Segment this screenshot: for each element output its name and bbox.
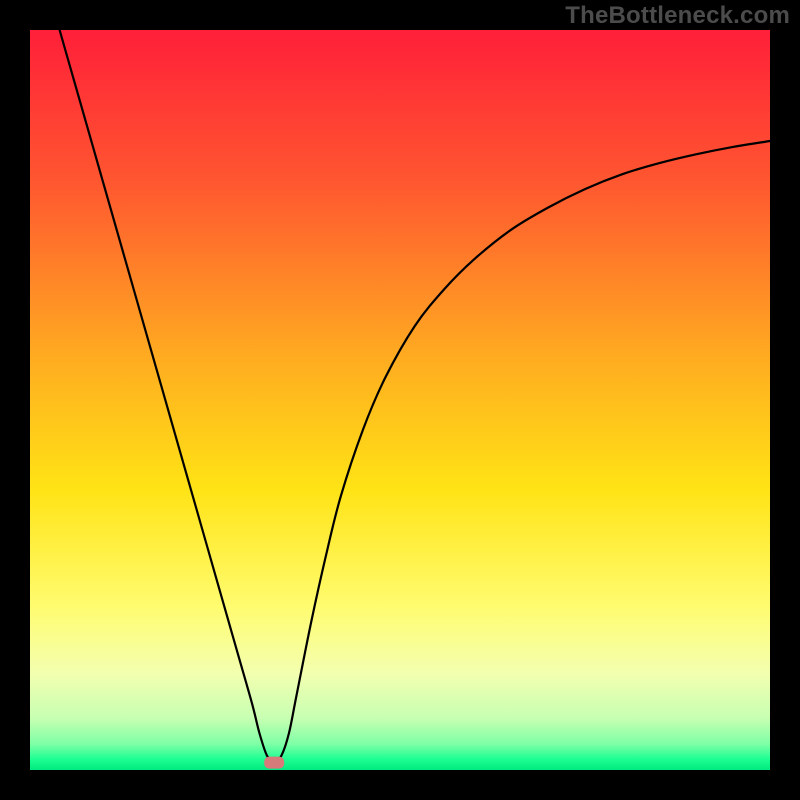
chart-frame: TheBottleneck.com (0, 0, 800, 800)
minimum-marker (264, 757, 284, 769)
plot-svg (30, 30, 770, 770)
plot-area (30, 30, 770, 770)
gradient-background (30, 30, 770, 770)
watermark-text: TheBottleneck.com (565, 2, 790, 30)
